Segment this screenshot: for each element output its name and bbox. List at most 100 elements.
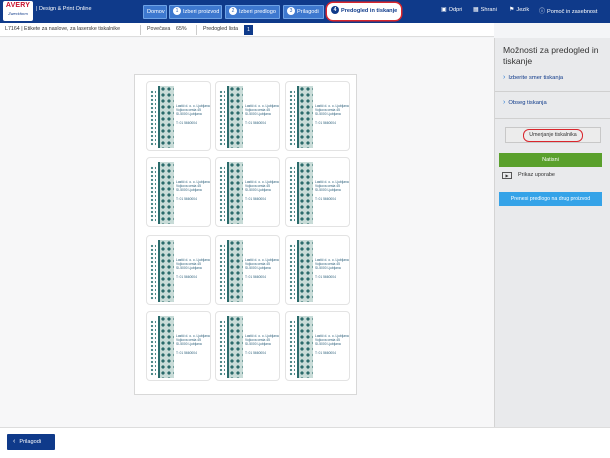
label-address-line: SI-5000 Ljubljana xyxy=(245,342,271,347)
label-address-text: Lastič d. o. o. Ljubljana Vojkova cesta 4… xyxy=(245,104,279,125)
label-address-text: Lastič d. o. o. Ljubljana Vojkova cesta 4… xyxy=(176,180,210,201)
back-to-customize-button[interactable]: ‹ Prilagodi xyxy=(7,434,55,450)
save-label: Shrani xyxy=(480,7,497,13)
label-pattern-graphic xyxy=(297,162,313,224)
label-pattern-graphic xyxy=(227,86,243,148)
label-phone: T: 01 5660004 xyxy=(245,120,266,125)
calibrate-printer-button[interactable]: Umerjanje tiskalnika xyxy=(505,127,601,143)
step-customize[interactable]: 3 Prilagodi xyxy=(283,5,324,19)
address-label: Lastič d. o. o. Ljubljana Vojkova cesta 4… xyxy=(285,157,350,227)
print-range-label: Obseg tiskanja xyxy=(508,100,547,106)
label-pattern-graphic xyxy=(219,166,225,222)
label-phone: T: 01 5660004 xyxy=(315,120,336,125)
label-pattern-graphic xyxy=(158,162,174,224)
label-phone: T: 01 5660004 xyxy=(176,350,197,355)
print-button[interactable]: Natisni xyxy=(499,153,602,167)
label-pattern-graphic xyxy=(289,166,295,222)
label-address-text: Lastič d. o. o. Ljubljana Vojkova cesta 4… xyxy=(176,334,210,355)
label-address-text: Lastič d. o. o. Ljubljana Vojkova cesta 4… xyxy=(245,258,279,279)
zoom-label: Povečava xyxy=(147,26,171,32)
logo-subbrand: Zweckform xyxy=(8,11,28,16)
label-pattern-graphic xyxy=(227,162,243,224)
chevron-left-icon: ‹ xyxy=(13,438,16,445)
back-label: Prilagodi xyxy=(19,439,42,445)
sheet-page-selector[interactable]: 1 xyxy=(244,25,253,35)
address-label: Lastič d. o. o. Ljubljana Vojkova cesta 4… xyxy=(146,81,211,151)
sheet-preview-label: Predogled lista xyxy=(203,26,239,32)
step-number: 3 xyxy=(287,7,295,15)
print-range-link[interactable]: › Obseg tiskanja xyxy=(503,99,547,106)
step-preview-print[interactable]: 4 Predogled in tiskanje xyxy=(327,3,401,20)
label-address-text: Lastič d. o. o. Ljubljana Vojkova cesta 4… xyxy=(245,334,279,355)
label-pattern-graphic xyxy=(219,244,225,300)
step-label: Predogled in tiskanje xyxy=(341,8,398,14)
print-options-panel: Možnosti za predogled in tiskanje › Izber… xyxy=(494,38,610,427)
label-address-line: SI-5000 Ljubljana xyxy=(176,188,202,193)
label-address-text: Lastič d. o. o. Ljubljana Vojkova cesta 4… xyxy=(245,180,279,201)
label-address-line: SI-5000 Ljubljana xyxy=(245,112,271,117)
label-phone: T: 01 5660004 xyxy=(245,196,266,201)
label-address-line: SI-5000 Ljubljana xyxy=(245,266,271,271)
step-select-template[interactable]: 2 Izberi predlogo xyxy=(225,5,280,19)
address-label: Lastič d. o. o. Ljubljana Vojkova cesta 4… xyxy=(146,311,211,381)
show-usage-video-link[interactable]: ▶ Prikaz uporabe xyxy=(502,172,555,179)
step-label: Izberi predlogo xyxy=(239,9,277,15)
label-sheet-preview: Lastič d. o. o. Ljubljana Vojkova cesta 4… xyxy=(134,74,357,395)
language-button[interactable]: ⚑ Jezik xyxy=(509,6,529,13)
print-direction-link[interactable]: › Izberite smer tiskanja xyxy=(503,74,563,81)
print-direction-label: Izberite smer tiskanja xyxy=(508,75,564,81)
step-number: 4 xyxy=(331,6,339,14)
chevron-right-icon: › xyxy=(503,74,506,81)
logo-wordmark: AVERY xyxy=(5,2,31,9)
label-address-line: SI-5000 Ljubljana xyxy=(315,112,341,117)
label-address-text: Lastič d. o. o. Ljubljana Vojkova cesta 4… xyxy=(315,334,349,355)
help-button[interactable]: ⓘ Pomoč in zasebnost xyxy=(539,6,597,15)
address-label: Lastič d. o. o. Ljubljana Vojkova cesta 4… xyxy=(146,235,211,305)
avery-logo[interactable]: AVERY Zweckform xyxy=(3,1,33,21)
label-address-line: SI-5000 Ljubljana xyxy=(176,112,202,117)
label-pattern-graphic xyxy=(297,86,313,148)
label-phone: T: 01 5660004 xyxy=(176,120,197,125)
divider xyxy=(140,25,141,35)
label-address-text: Lastič d. o. o. Ljubljana Vojkova cesta 4… xyxy=(176,258,210,279)
label-address-line: SI-5000 Ljubljana xyxy=(315,188,341,193)
address-label: Lastič d. o. o. Ljubljana Vojkova cesta 4… xyxy=(285,311,350,381)
label-pattern-graphic xyxy=(219,90,225,146)
label-address-line: SI-5000 Ljubljana xyxy=(315,266,341,271)
label-phone: T: 01 5660004 xyxy=(176,196,197,201)
top-bar: AVERY Zweckform | Design & Print Online … xyxy=(0,0,610,23)
save-button[interactable]: ▦ Shrani xyxy=(473,6,497,13)
divider xyxy=(196,25,197,35)
label-pattern-graphic xyxy=(158,240,174,302)
transfer-template-button[interactable]: Prenesi predlogo na drug proizvod xyxy=(499,192,602,206)
product-name: L7164 | Etikete za naslove, za laserske … xyxy=(5,26,121,32)
label-address-line: SI-5000 Ljubljana xyxy=(176,266,202,271)
label-pattern-graphic xyxy=(158,86,174,148)
open-label: Odpri xyxy=(448,7,463,13)
step-select-product[interactable]: 1 Izberi proizvod xyxy=(169,5,222,19)
bottom-bar: ‹ Prilagodi xyxy=(0,427,610,458)
address-label: Lastič d. o. o. Ljubljana Vojkova cesta 4… xyxy=(215,311,280,381)
save-icon: ▦ xyxy=(473,7,479,13)
help-label: Pomoč in zasebnost xyxy=(547,9,598,15)
help-icon: ⓘ xyxy=(539,9,546,15)
address-label: Lastič d. o. o. Ljubljana Vojkova cesta 4… xyxy=(215,235,280,305)
label-phone: T: 01 5660004 xyxy=(176,274,197,279)
folder-icon: ▣ xyxy=(441,7,447,13)
label-pattern-graphic xyxy=(297,316,313,378)
label-pattern-graphic xyxy=(297,240,313,302)
play-icon: ▶ xyxy=(502,172,512,179)
label-phone: T: 01 5660004 xyxy=(315,350,336,355)
language-label: Jezik xyxy=(516,7,530,13)
step-home[interactable]: Domov xyxy=(143,5,167,19)
open-button[interactable]: ▣ Odpri xyxy=(441,6,462,13)
zoom-value[interactable]: 65% xyxy=(176,26,187,32)
label-address-text: Lastič d. o. o. Ljubljana Vojkova cesta 4… xyxy=(176,104,210,125)
calibrate-printer-label: Umerjanje tiskalnika xyxy=(523,129,583,142)
divider xyxy=(495,118,610,119)
label-pattern-graphic xyxy=(150,166,156,222)
panel-title: Možnosti za predogled in tiskanje xyxy=(503,45,599,66)
label-pattern-graphic xyxy=(227,316,243,378)
label-phone: T: 01 5660004 xyxy=(245,274,266,279)
label-address-line: SI-5000 Ljubljana xyxy=(176,342,202,347)
